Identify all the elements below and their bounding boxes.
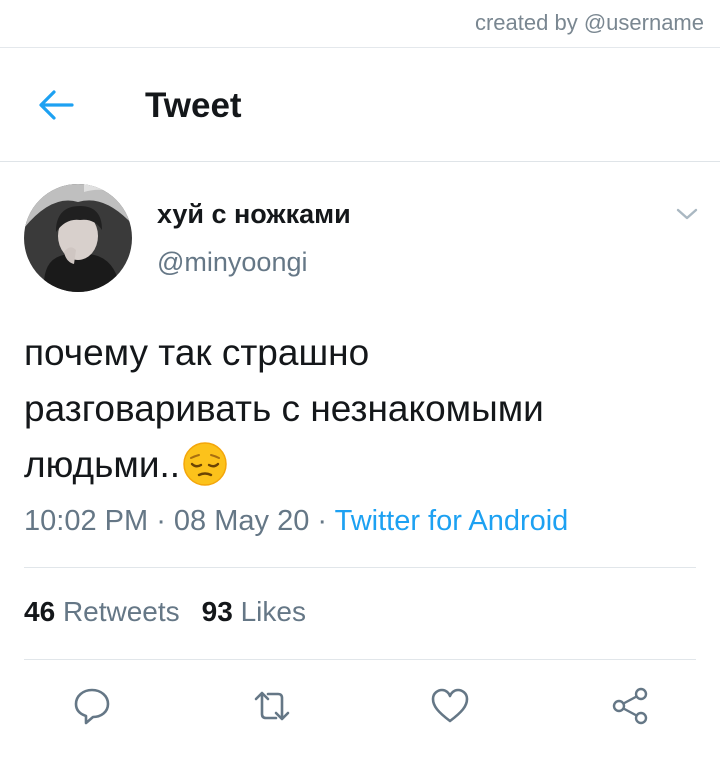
likes-stat[interactable]: 93 Likes xyxy=(202,596,306,627)
retweets-count: 46 xyxy=(24,596,56,627)
tweet-text-fragment: людьми.. xyxy=(24,444,181,485)
tweet-stats: 46 Retweets 93 Likes xyxy=(24,596,306,628)
like-icon[interactable] xyxy=(430,686,470,726)
meta-separator: · xyxy=(309,505,335,537)
page-title: Tweet xyxy=(145,86,242,125)
chevron-down-icon[interactable] xyxy=(675,206,699,222)
likes-label: Likes xyxy=(240,596,306,627)
author-handle[interactable]: @minyoongi xyxy=(157,247,307,278)
author-display-name[interactable]: хуй с ножками xyxy=(157,199,351,230)
share-icon[interactable] xyxy=(610,686,650,726)
retweets-stat[interactable]: 46 Retweets xyxy=(24,596,180,627)
divider xyxy=(24,567,696,568)
tweet-source-link[interactable]: Twitter for Android xyxy=(335,505,569,537)
tweet-time: 10:02 PM xyxy=(24,505,149,537)
likes-count: 93 xyxy=(201,596,233,627)
tweet-date: 08 May 20 xyxy=(173,505,310,537)
tweet-text-line: почему так страшно xyxy=(24,332,370,373)
retweets-label: Retweets xyxy=(62,596,180,627)
tweet-header: Tweet xyxy=(0,48,720,162)
divider xyxy=(24,659,696,660)
meta-separator: · xyxy=(148,505,174,537)
tweet-text-line: людьми.. xyxy=(24,437,704,493)
tweet-text-line: разговаривать с незнакомыми xyxy=(24,388,544,429)
arrow-left-icon[interactable] xyxy=(36,88,76,122)
credit-label: created by @username xyxy=(474,10,704,35)
tweet-meta: 10:02 PM · 08 May 20 · Twitter for Andro… xyxy=(24,505,568,538)
avatar[interactable] xyxy=(24,184,132,292)
reply-icon[interactable] xyxy=(72,686,112,726)
tweet-text: почему так страшно разговаривать с незна… xyxy=(24,325,704,493)
retweet-icon[interactable] xyxy=(252,686,292,726)
pensive-face-emoji-icon xyxy=(183,442,227,486)
